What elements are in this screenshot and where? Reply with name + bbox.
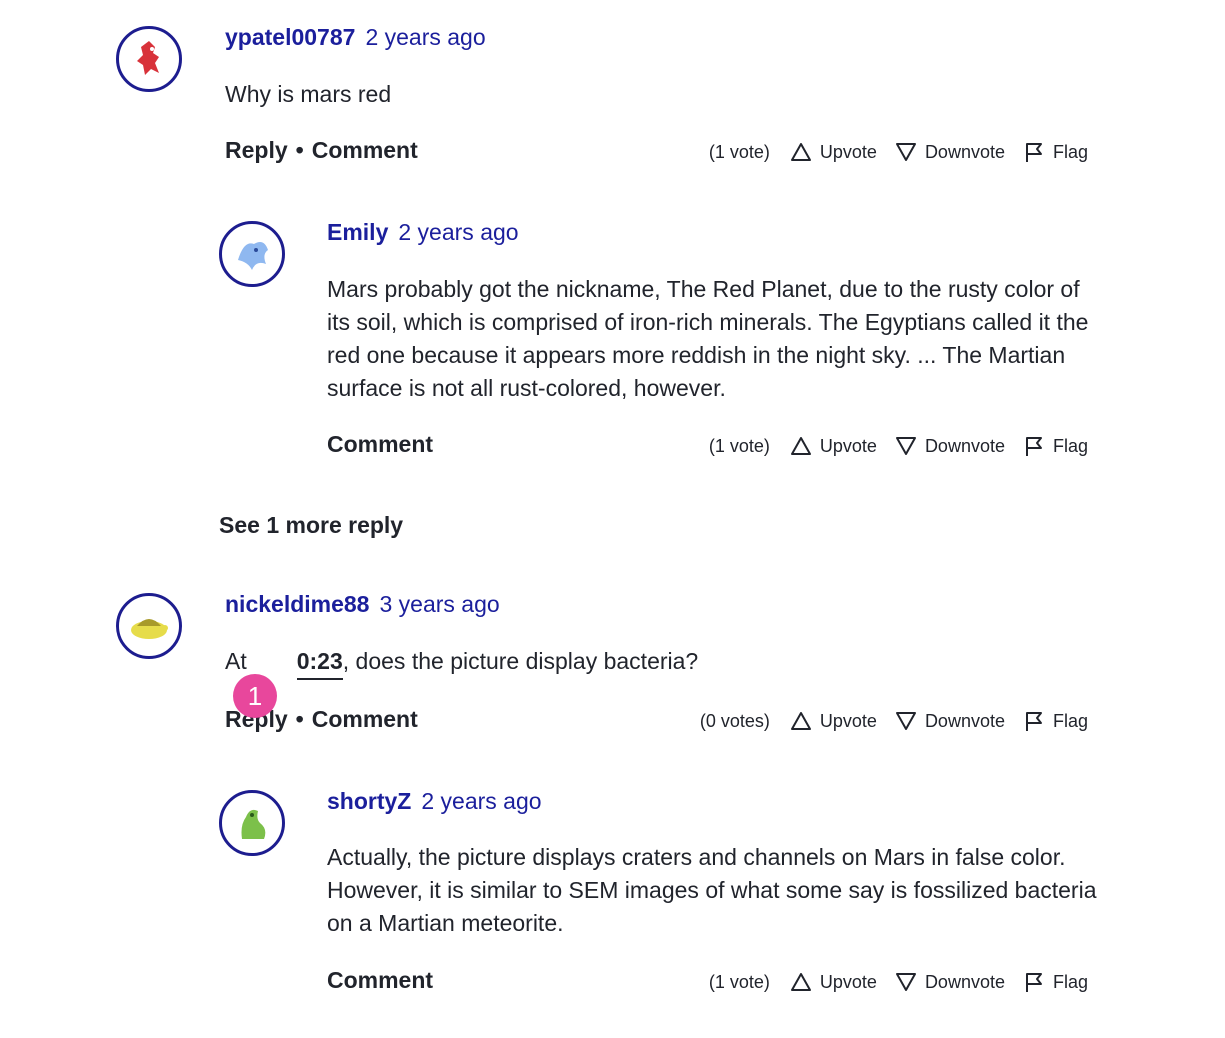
flag-button[interactable]: Flag (1023, 435, 1088, 457)
comment-time[interactable]: 2 years ago (421, 788, 541, 814)
flag-button[interactable]: Flag (1023, 710, 1088, 732)
upvote-label: Upvote (819, 141, 877, 162)
upvote-label: Upvote (819, 710, 877, 731)
downvote-label: Downvote (924, 971, 1005, 992)
flag-icon (1025, 712, 1042, 731)
flag-label: Flag (1052, 435, 1088, 456)
comment-actions: Comment (327, 967, 433, 994)
comment-text: Why is mars red (225, 81, 392, 107)
flag-button[interactable]: Flag (1023, 141, 1088, 163)
comment-text: Mars probably got the nickname, The Red … (327, 276, 1089, 401)
comment-text: Actually, the picture displays craters a… (327, 844, 1097, 936)
comment-time[interactable]: 2 years ago (365, 24, 485, 50)
upvote-icon (790, 437, 811, 455)
yellow-turtle-avatar-icon (131, 619, 168, 639)
flag-button[interactable]: Flag (1023, 971, 1088, 993)
vote-count: (1 vote) (708, 141, 770, 162)
avatar[interactable] (219, 221, 285, 287)
vote-bar: (1 vote) Upvote Downvote Flag (709, 971, 1088, 993)
downvote-label: Downvote (924, 141, 1005, 162)
comment-actions: Comment (327, 431, 433, 458)
comment-button[interactable]: Comment (312, 137, 418, 163)
comment-actions: Reply • Comment (225, 137, 418, 164)
step-badge: 1 (233, 674, 277, 718)
vote-bar: (0 votes) Upvote Downvote Flag (700, 710, 1088, 732)
vote-bar: (1 vote) Upvote Downvote Flag (709, 141, 1088, 163)
downvote-icon (895, 712, 916, 730)
flag-label: Flag (1052, 141, 1088, 162)
downvote-button[interactable]: Downvote (895, 971, 1005, 993)
red-creature-avatar-icon (137, 41, 159, 75)
upvote-button[interactable]: Upvote (790, 971, 877, 993)
author-name[interactable]: shortyZ (327, 788, 411, 814)
comment-text-prefix: At (225, 648, 247, 674)
upvote-label: Upvote (819, 971, 877, 992)
flag-icon (1025, 143, 1042, 162)
video-timestamp-link[interactable]: 0:23 (296, 648, 343, 680)
upvote-button[interactable]: Upvote (790, 435, 877, 457)
reply-button[interactable]: Reply (225, 137, 288, 163)
comment-button[interactable]: Comment (327, 967, 433, 993)
upvote-label: Upvote (819, 435, 877, 456)
flag-icon (1025, 437, 1042, 456)
blue-creature-avatar-icon (238, 242, 268, 270)
separator-bullet: • (295, 137, 304, 163)
author-name[interactable]: ypatel00787 (225, 24, 355, 50)
downvote-icon (895, 437, 916, 455)
comment-header: ypatel00787 2 years ago (225, 24, 486, 51)
avatar[interactable] (219, 790, 285, 856)
vote-count: (1 vote) (708, 971, 770, 992)
downvote-icon (895, 973, 916, 991)
downvote-button[interactable]: Downvote (895, 435, 1005, 457)
upvote-icon (790, 712, 811, 730)
comment-header: Emily 2 years ago (327, 219, 519, 246)
separator-bullet: • (295, 706, 304, 732)
upvote-icon (790, 143, 811, 161)
comment-header: nickeldime88 3 years ago (225, 591, 500, 618)
upvote-button[interactable]: Upvote (790, 141, 877, 163)
flag-label: Flag (1052, 710, 1088, 731)
comment-button[interactable]: Comment (327, 431, 433, 457)
vote-count: (0 votes) (699, 710, 770, 731)
see-more-replies-button[interactable]: See 1 more reply (219, 512, 403, 539)
upvote-button[interactable]: Upvote (790, 710, 877, 732)
vote-count: (1 vote) (708, 435, 770, 456)
comment-text: At 0:23, does the picture display bacteri… (225, 645, 1085, 680)
upvote-icon (790, 973, 811, 991)
downvote-button[interactable]: Downvote (895, 710, 1005, 732)
flag-icon (1025, 973, 1042, 992)
comment-header: shortyZ 2 years ago (327, 788, 542, 815)
comment-button[interactable]: Comment (312, 706, 418, 732)
vote-bar: (1 vote) Upvote Downvote Flag (709, 435, 1088, 457)
author-name[interactable]: nickeldime88 (225, 591, 369, 617)
comment-text-suffix: , does the picture display bacteria? (342, 648, 699, 674)
comment-time[interactable]: 3 years ago (379, 591, 499, 617)
avatar[interactable] (116, 26, 182, 92)
downvote-button[interactable]: Downvote (895, 141, 1005, 163)
downvote-label: Downvote (924, 710, 1005, 731)
comment-time[interactable]: 2 years ago (398, 219, 518, 245)
author-name[interactable]: Emily (327, 219, 388, 245)
downvote-label: Downvote (924, 435, 1005, 456)
flag-label: Flag (1052, 971, 1088, 992)
green-creature-avatar-icon (241, 809, 266, 839)
avatar[interactable] (116, 593, 182, 659)
downvote-icon (895, 143, 916, 161)
